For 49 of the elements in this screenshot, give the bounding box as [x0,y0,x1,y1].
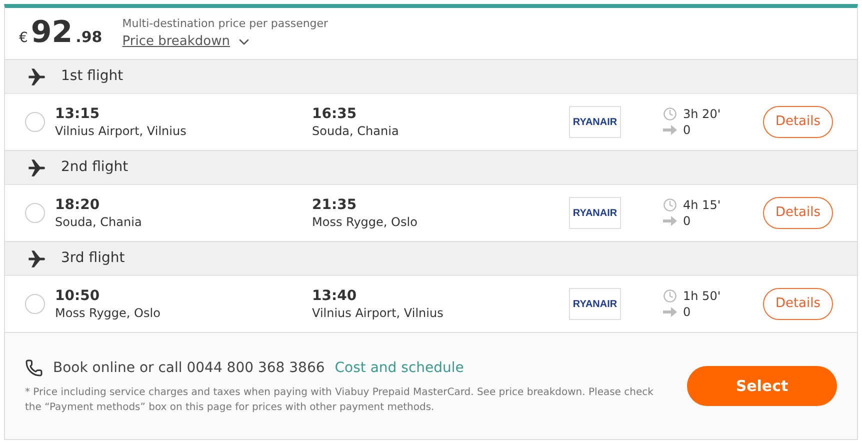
clock-icon [663,289,677,303]
arrow-icon [663,307,677,317]
flight-title: 1st flight [61,67,124,86]
airline-logo: RYANAIR [569,288,621,320]
flight-title: 2nd flight [61,158,128,177]
arrow-icon [663,125,677,135]
departure-place: Vilnius Airport, Vilnius [55,123,188,139]
departure-time: 13:15 [55,105,101,123]
price-whole: 92 [30,18,73,48]
flight-duration: 4h 15' [683,197,721,213]
flight-title: 3rd flight [61,249,125,268]
contact-text: Book online or call 0044 800 368 3866 [53,358,325,378]
details-button[interactable]: Details [763,106,833,138]
select-button[interactable]: Select [687,366,837,406]
airplane-icon [27,248,47,268]
arrow-icon [663,216,677,226]
cost-schedule-link[interactable]: Cost and schedule [334,358,464,378]
clock-icon [663,198,677,212]
price-note: * Price including service charges and taxes when paying with Viabuy Prepaid MasterCard. See price breakdown. Please check the “Payment methods” box on this page for prices with other payment methods. [25,386,654,414]
details-button[interactable]: Details [763,197,833,229]
departure-place: Souda, Chania [55,214,143,230]
phone-icon [25,359,43,377]
arrival-place: Souda, Chania [312,123,400,139]
price-caption: Multi-destination price per passenger [122,16,328,32]
arrival-time: 21:35 [312,196,358,214]
flight-duration: 1h 50' [683,288,721,304]
airline-logo: RYANAIR [569,197,621,229]
stops-count: 0 [683,304,691,320]
departure-time: 10:50 [55,287,101,305]
details-button[interactable]: Details [763,288,833,320]
airplane-icon [27,66,47,86]
price-breakdown-link[interactable]: Price breakdown [122,32,328,52]
departure-time: 18:20 [55,196,101,214]
price-cents: .98 [76,27,102,48]
arrival-place: Moss Rygge, Oslo [312,214,418,230]
arrival-time: 16:35 [312,105,358,123]
departure-place: Moss Rygge, Oslo [55,305,162,321]
radio-button[interactable] [25,203,45,223]
radio-button[interactable] [25,112,45,132]
arrival-time: 13:40 [312,287,358,305]
flight-duration: 3h 20' [683,106,721,122]
airline-logo: RYANAIR [569,106,621,138]
clock-icon [663,107,677,121]
arrival-place: Vilnius Airport, Vilnius [312,305,444,321]
stops-count: 0 [683,213,691,229]
radio-button[interactable] [25,294,45,314]
currency-symbol: € [19,29,28,48]
stops-count: 0 [683,122,691,138]
airplane-icon [27,158,47,178]
